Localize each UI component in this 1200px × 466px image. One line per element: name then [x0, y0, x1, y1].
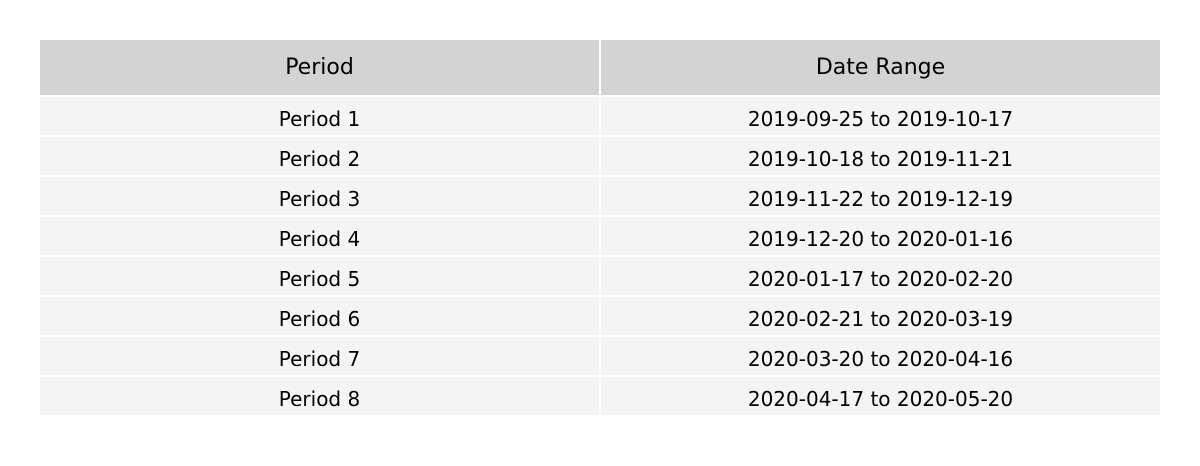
- date-range-cell: 2020-01-17 to 2020-02-20: [601, 257, 1160, 295]
- period-cell: Period 5: [40, 257, 599, 295]
- period-cell: Period 6: [40, 297, 599, 335]
- table-row: Period 1 2019-09-25 to 2019-10-17: [40, 97, 1160, 135]
- table-row: Period 8 2020-04-17 to 2020-05-20: [40, 377, 1160, 415]
- date-range-cell: 2020-03-20 to 2020-04-16: [601, 337, 1160, 375]
- date-range-cell: 2020-02-21 to 2020-03-19: [601, 297, 1160, 335]
- period-cell: Period 1: [40, 97, 599, 135]
- table-row: Period 7 2020-03-20 to 2020-04-16: [40, 337, 1160, 375]
- column-header-period: Period: [40, 40, 599, 95]
- date-range-cell: 2019-11-22 to 2019-12-19: [601, 177, 1160, 215]
- date-range-cell: 2019-10-18 to 2019-11-21: [601, 137, 1160, 175]
- date-range-cell: 2019-09-25 to 2019-10-17: [601, 97, 1160, 135]
- column-header-date-range: Date Range: [601, 40, 1160, 95]
- period-cell: Period 2: [40, 137, 599, 175]
- period-cell: Period 3: [40, 177, 599, 215]
- period-cell: Period 7: [40, 337, 599, 375]
- table-row: Period 5 2020-01-17 to 2020-02-20: [40, 257, 1160, 295]
- table-row: Period 4 2019-12-20 to 2020-01-16: [40, 217, 1160, 255]
- period-table: Period Date Range Period 1 2019-09-25 to…: [40, 40, 1160, 415]
- date-range-cell: 2020-04-17 to 2020-05-20: [601, 377, 1160, 415]
- table-row: Period 6 2020-02-21 to 2020-03-19: [40, 297, 1160, 335]
- date-range-cell: 2019-12-20 to 2020-01-16: [601, 217, 1160, 255]
- table-row: Period 3 2019-11-22 to 2019-12-19: [40, 177, 1160, 215]
- table-header-row: Period Date Range: [40, 40, 1160, 95]
- period-cell: Period 4: [40, 217, 599, 255]
- period-cell: Period 8: [40, 377, 599, 415]
- table-row: Period 2 2019-10-18 to 2019-11-21: [40, 137, 1160, 175]
